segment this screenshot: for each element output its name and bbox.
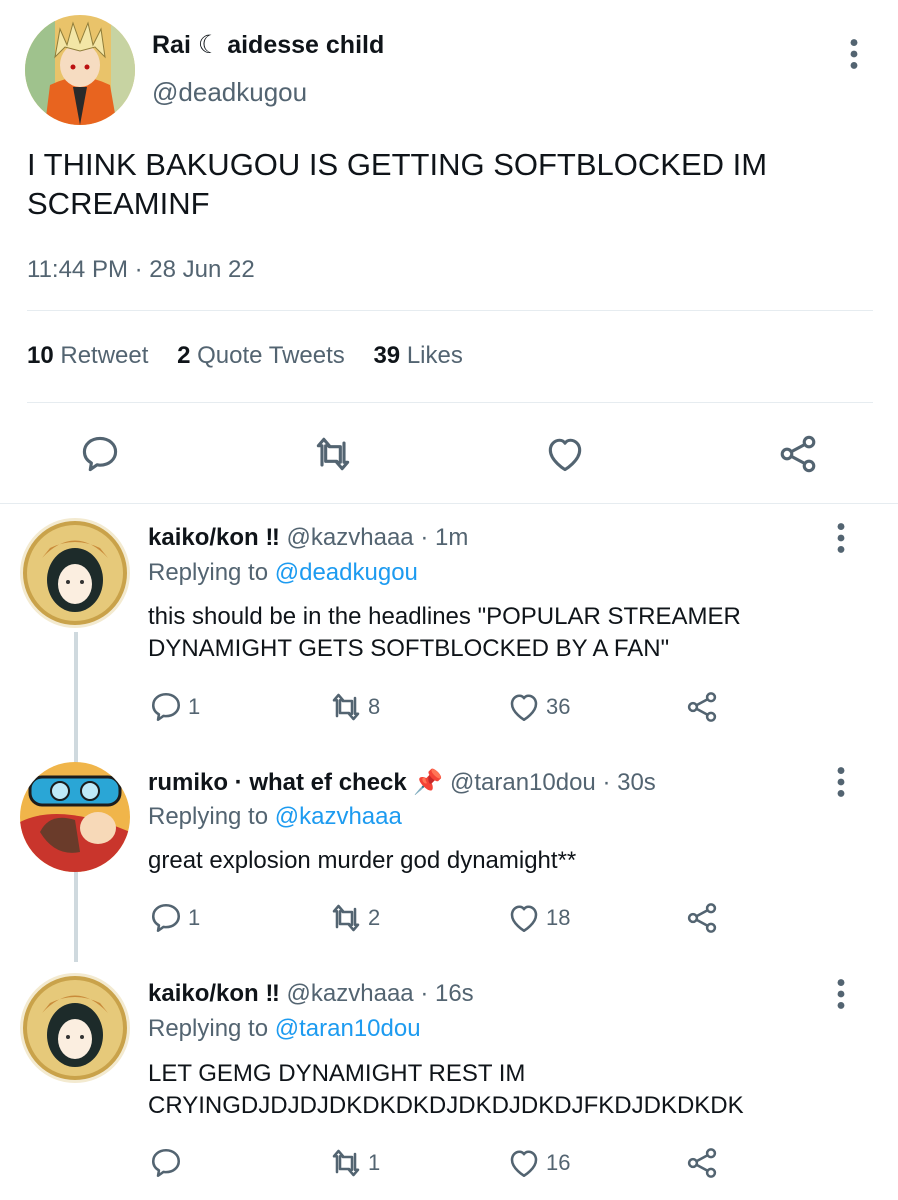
reply-time: · 1m <box>420 524 469 551</box>
replying-to: Replying to @deadkugou <box>148 559 418 586</box>
like-button[interactable]: 36 <box>506 689 570 725</box>
reply-button[interactable] <box>148 1145 188 1181</box>
retweet-icon <box>328 689 364 725</box>
retweet-icon <box>328 1145 364 1181</box>
retweet-icon[interactable] <box>311 432 355 476</box>
reply-author-name[interactable]: kaiko/kon ‼ <box>148 524 280 551</box>
reply-text: this should be in the headlines "POPULAR… <box>148 603 741 662</box>
more-options-icon[interactable] <box>830 978 852 1010</box>
replying-to-link[interactable]: @kazvhaaa <box>275 803 402 830</box>
reply-avatar[interactable] <box>20 518 130 628</box>
reply-author-name[interactable]: rumiko · what ef check 📌 <box>148 769 443 796</box>
reply-text: great explosion murder god dynamight** <box>148 847 577 874</box>
like-button[interactable]: 18 <box>506 900 570 936</box>
reply-author-handle[interactable]: @kazvhaaa <box>287 524 414 551</box>
retweet-button[interactable]: 2 <box>328 900 380 936</box>
share-icon <box>684 1145 720 1181</box>
reply-header: kaiko/kon ‼ @kazvhaaa · 16s <box>148 980 474 1008</box>
reply-author-handle[interactable]: @kazvhaaa <box>287 980 414 1007</box>
retweet-button[interactable]: 8 <box>328 689 380 725</box>
main-avatar[interactable] <box>25 15 135 125</box>
reply-avatar[interactable] <box>20 973 130 1083</box>
reply-icon[interactable] <box>78 432 122 476</box>
likes-stat[interactable]: 39 Likes <box>373 342 462 370</box>
more-options-icon[interactable] <box>830 522 852 554</box>
more-options-icon[interactable] <box>830 766 852 798</box>
divider <box>27 310 873 311</box>
reply-header: kaiko/kon ‼ @kazvhaaa · 1m <box>148 524 468 552</box>
reply-author-name[interactable]: kaiko/kon ‼ <box>148 980 280 1007</box>
share-button[interactable] <box>684 689 720 725</box>
reply-button[interactable]: 1 <box>148 689 200 725</box>
reply-avatar[interactable] <box>20 762 130 872</box>
author-name[interactable]: Rai ☾ aidesse child <box>152 30 384 60</box>
share-icon <box>684 689 720 725</box>
reply-icon <box>148 900 184 936</box>
retweet-stat[interactable]: 10 Retweet <box>27 342 148 370</box>
author-handle[interactable]: @deadkugou <box>152 77 307 108</box>
quote-tweets-stat[interactable]: 2 Quote Tweets <box>177 342 345 370</box>
more-options-icon[interactable] <box>842 38 866 70</box>
reply-text: LET GEMG DYNAMIGHT REST IM CRYINGDJDJDJD… <box>148 1060 744 1119</box>
replying-to: Replying to @taran10dou <box>148 1015 421 1042</box>
share-icon <box>684 900 720 936</box>
replying-to: Replying to @kazvhaaa <box>148 803 402 830</box>
reply-icon <box>148 1145 184 1181</box>
replying-to-link[interactable]: @taran10dou <box>275 1015 421 1042</box>
share-button[interactable] <box>684 1145 720 1181</box>
retweet-button[interactable]: 1 <box>328 1145 380 1181</box>
section-divider <box>0 503 898 504</box>
like-icon[interactable] <box>543 432 587 476</box>
divider <box>27 402 873 403</box>
reply-icon <box>148 689 184 725</box>
like-button[interactable]: 16 <box>506 1145 570 1181</box>
reply-time: · 16s <box>420 980 474 1007</box>
retweet-icon <box>328 900 364 936</box>
like-icon <box>506 1145 542 1181</box>
share-icon[interactable] <box>776 432 820 476</box>
like-icon <box>506 689 542 725</box>
tweet-stats: 10 Retweet 2 Quote Tweets 39 Likes <box>27 342 485 370</box>
replying-to-link[interactable]: @deadkugou <box>275 559 418 586</box>
tweet-timestamp: 11:44 PM · 28 Jun 22 <box>27 256 255 283</box>
reply-time: · 30s <box>602 769 656 796</box>
reply-button[interactable]: 1 <box>148 900 200 936</box>
reply-header: rumiko · what ef check 📌 @taran10dou · 3… <box>148 768 656 797</box>
share-button[interactable] <box>684 900 720 936</box>
reply-author-handle[interactable]: @taran10dou <box>450 769 596 796</box>
like-icon <box>506 900 542 936</box>
tweet-text: I THINK BAKUGOU IS GETTING SOFTBLOCKED I… <box>27 147 768 221</box>
